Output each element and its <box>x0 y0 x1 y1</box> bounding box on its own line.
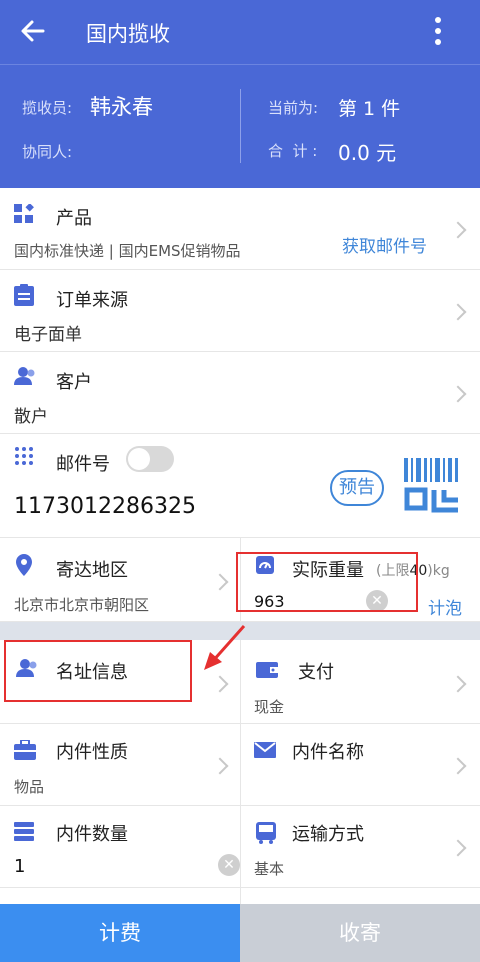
current-value: 第 1 件 <box>338 98 401 120</box>
helper-label: 协同人: <box>22 143 73 161</box>
product-label: 产品 <box>56 208 92 229</box>
back-arrow-icon[interactable] <box>18 16 48 46</box>
content-qty-input[interactable]: 1 <box>14 856 25 877</box>
highlight-box-address <box>4 640 192 702</box>
chevron-right-icon <box>211 757 229 775</box>
mail-number-value[interactable]: 1173012286325 <box>14 494 196 519</box>
charge-button[interactable]: 计费 <box>0 904 240 962</box>
current-label: 当前为: <box>268 99 319 117</box>
chevron-right-icon <box>449 757 467 775</box>
payment-cell[interactable]: 支付 现金 <box>240 640 480 724</box>
envelope-icon <box>254 742 276 762</box>
content-qty-cell: 内件数量 1 ✕ <box>0 806 240 888</box>
person-icon <box>14 366 36 390</box>
dots-grid-icon <box>14 446 34 470</box>
product-value: 国内标准快递 | 国内EMS促销物品 <box>14 242 241 260</box>
page-title: 国内揽收 <box>86 22 170 46</box>
customer-value: 散户 <box>14 407 48 427</box>
product-grid-icon <box>14 203 34 228</box>
stack-icon <box>14 822 34 846</box>
collector-label: 揽收员: <box>22 99 73 117</box>
customer-label: 客户 <box>56 372 92 393</box>
content-qty-label: 内件数量 <box>56 824 128 845</box>
cell-divider <box>240 724 241 806</box>
collector-name: 韩永春 <box>90 95 153 119</box>
summary-panel: 揽收员: 韩永春 协同人: 当前为: 第 1 件 合 计 : 0.0 元 <box>0 64 480 188</box>
chevron-right-icon <box>211 573 229 591</box>
mail-number-row: 邮件号 1173012286325 预告 <box>0 434 480 538</box>
order-source-value: 电子面单 <box>14 325 82 345</box>
chevron-right-icon <box>449 303 467 321</box>
notice-button[interactable]: 预告 <box>330 470 384 506</box>
summary-divider <box>240 89 241 163</box>
clipboard-icon <box>14 284 34 310</box>
payment-value: 现金 <box>254 698 285 716</box>
submit-button[interactable]: 收寄 <box>240 904 480 962</box>
chevron-right-icon <box>449 839 467 857</box>
mail-number-label: 邮件号 <box>56 454 110 475</box>
top-bar: 国内揽收 <box>0 0 480 64</box>
more-menu-icon[interactable] <box>428 14 448 50</box>
red-arrow-annotation <box>200 620 250 676</box>
clear-icon[interactable]: ✕ <box>218 854 240 876</box>
weight-limit-suffix: )kg <box>427 563 450 579</box>
bus-icon <box>256 822 276 848</box>
total-value: 0.0 元 <box>338 141 397 165</box>
briefcase-icon <box>14 739 36 764</box>
chevron-right-icon <box>449 221 467 239</box>
total-label: 合 计 : <box>268 142 318 160</box>
destination-label: 寄达地区 <box>56 560 128 581</box>
mail-number-toggle[interactable] <box>126 446 174 472</box>
transport-cell[interactable]: 运输方式 基本 <box>240 806 480 888</box>
customer-row[interactable]: 客户 散户 <box>0 352 480 434</box>
content-nature-label: 内件性质 <box>56 742 128 763</box>
cell-divider <box>240 806 241 904</box>
transport-label: 运输方式 <box>292 824 364 845</box>
content-name-label: 内件名称 <box>292 742 364 763</box>
highlight-box-weight <box>236 552 418 612</box>
chevron-right-icon <box>449 675 467 693</box>
volumetric-weight-link[interactable]: 计泡 <box>428 594 462 619</box>
content-name-cell[interactable]: 内件名称 <box>240 724 480 806</box>
wallet-icon <box>256 660 278 682</box>
chevron-right-icon <box>211 675 229 693</box>
destination-value[interactable]: 北京市北京市朝阳区 <box>14 594 149 615</box>
product-row[interactable]: 产品 国内标准快递 | 国内EMS促销物品 获取邮件号 <box>0 188 480 270</box>
payment-label: 支付 <box>298 662 334 683</box>
content-nature-value: 物品 <box>14 778 45 796</box>
transport-value: 基本 <box>254 860 285 878</box>
chevron-right-icon <box>449 385 467 403</box>
order-source-row[interactable]: 订单来源 电子面单 <box>0 270 480 352</box>
order-source-label: 订单来源 <box>56 290 128 311</box>
get-mail-number-link[interactable]: 获取邮件号 <box>342 232 427 257</box>
location-pin-icon <box>16 554 32 580</box>
scan-barcode-icon[interactable] <box>404 458 462 518</box>
content-nature-cell[interactable]: 内件性质 物品 <box>0 724 240 806</box>
